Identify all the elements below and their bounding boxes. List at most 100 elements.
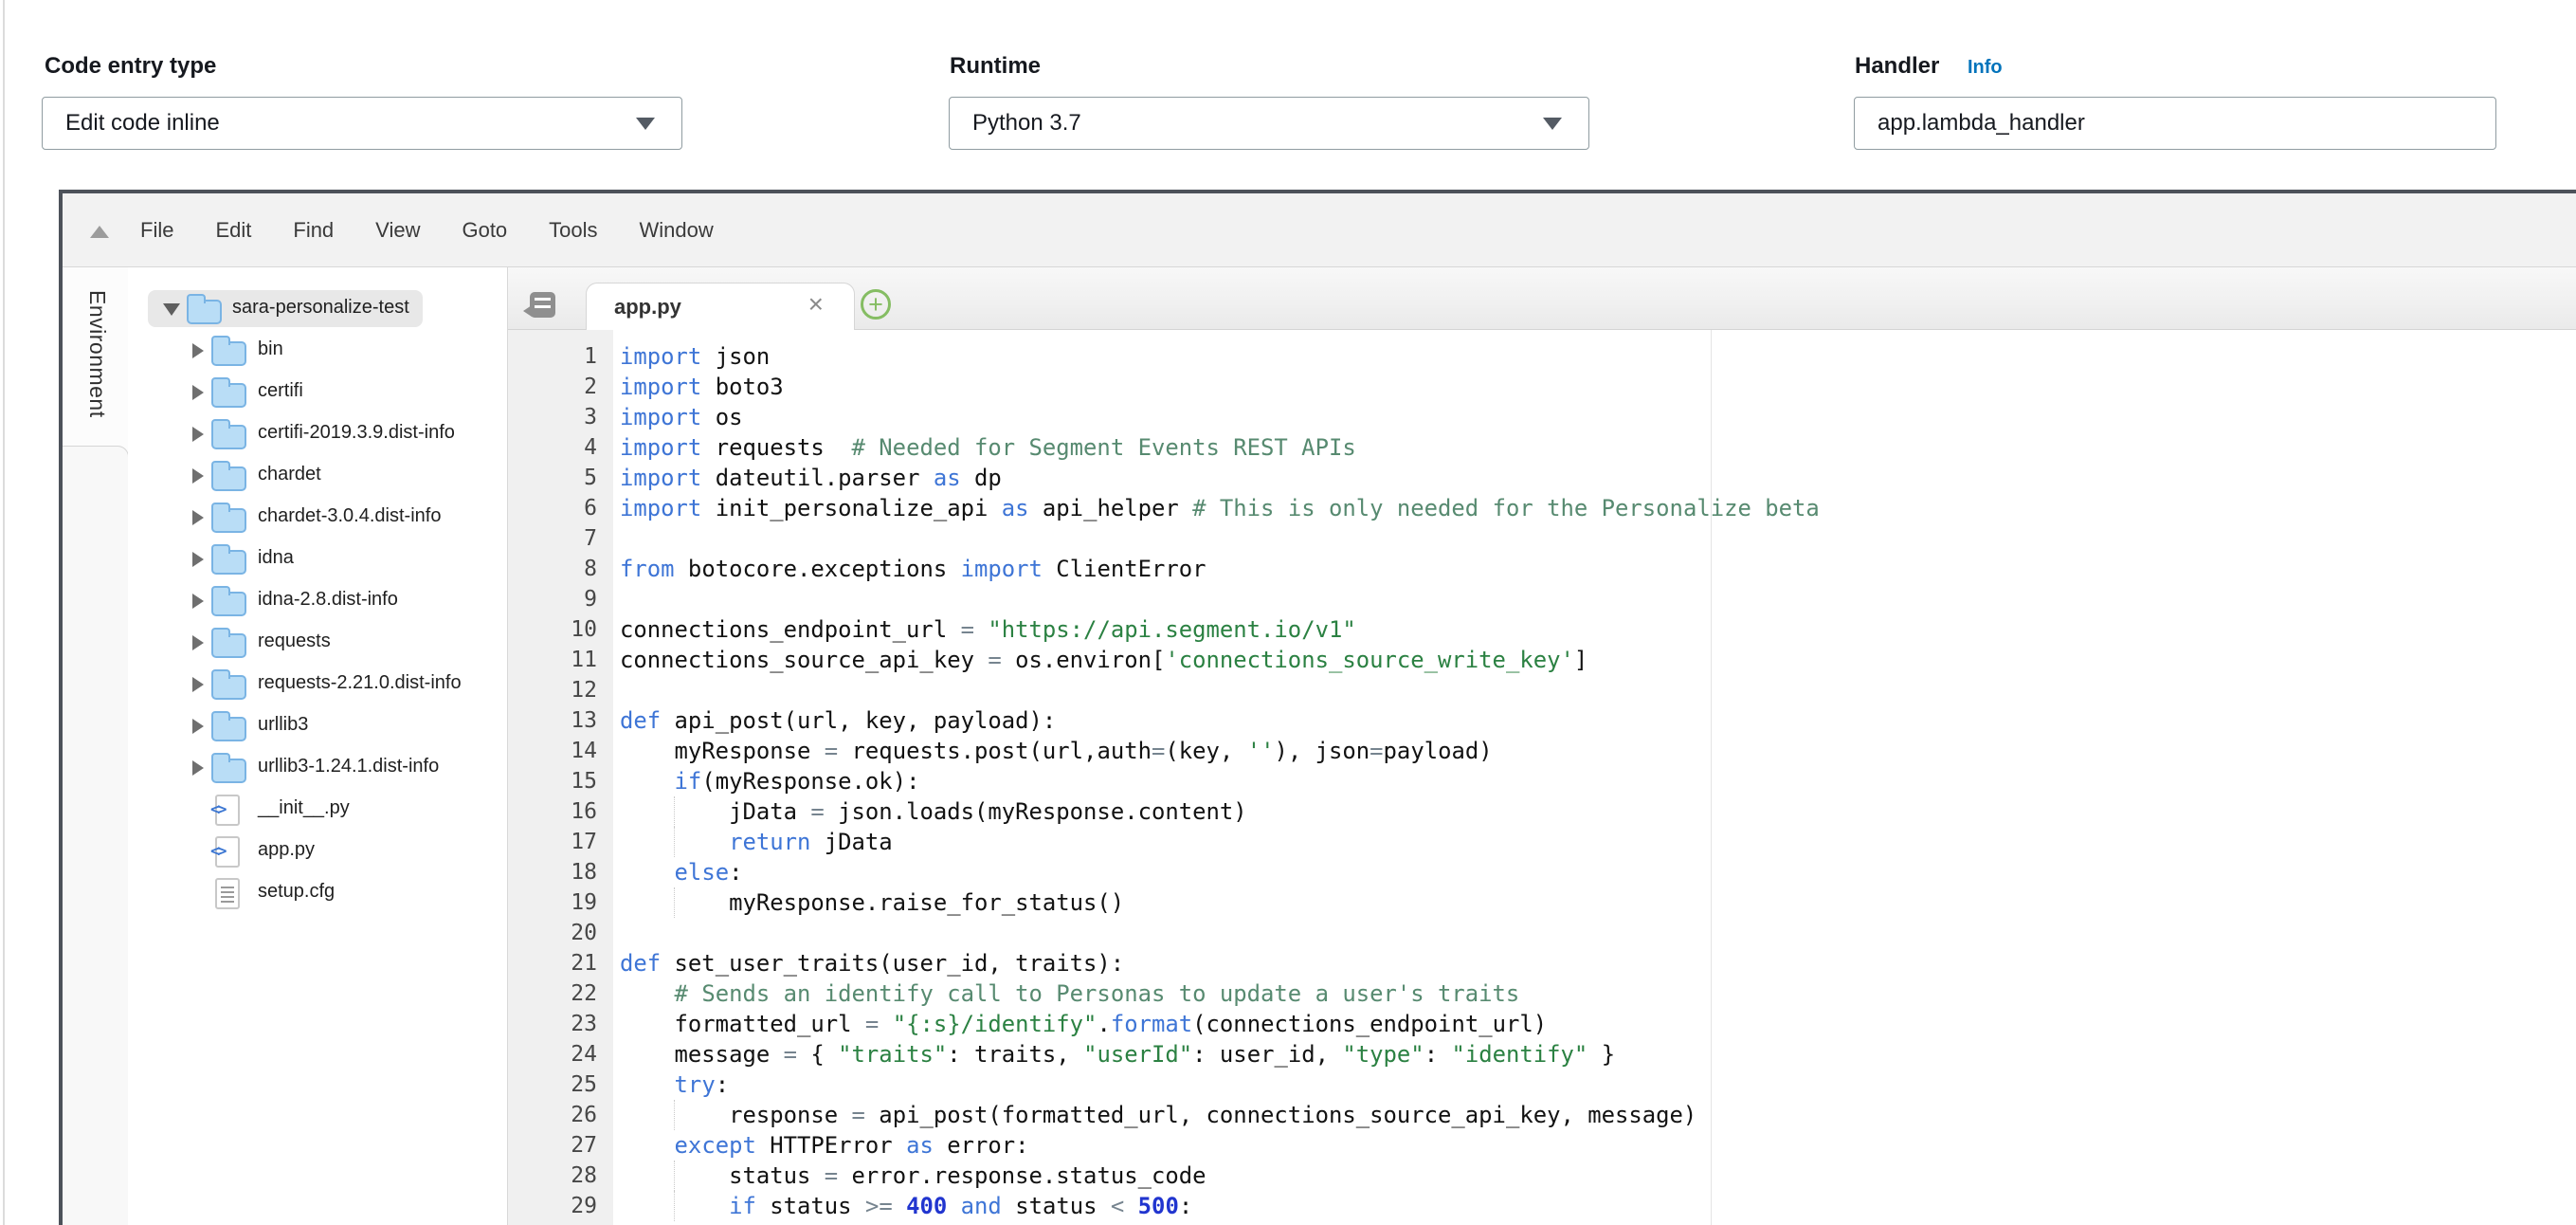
tree-item-label: certifi	[258, 380, 303, 402]
tree-item-label: sara-personalize-test	[232, 297, 409, 319]
tree-item-__init__.py[interactable]: __init__.py	[128, 789, 507, 831]
code-line-6: import init_personalize_api as api_helpe…	[620, 493, 2576, 523]
tree-item-idna-2.8.dist-info[interactable]: idna-2.8.dist-info	[128, 580, 507, 622]
code-line-9	[620, 584, 2576, 614]
tree-item-chardet[interactable]: chardet	[128, 455, 507, 497]
tree-item-certifi[interactable]: certifi	[128, 372, 507, 413]
indent-guide	[674, 1100, 675, 1130]
dropdown-caret-icon	[1543, 118, 1562, 130]
menu-view[interactable]: View	[375, 218, 420, 243]
indent-guide	[674, 887, 675, 918]
folder-icon	[211, 508, 246, 533]
menu-file[interactable]: File	[140, 218, 173, 243]
line-number: 20	[508, 918, 613, 948]
folder-icon	[211, 675, 246, 700]
lambda-function-code-panel: Code entry type Edit code inline Runtime…	[0, 0, 2576, 1225]
caret-right-icon[interactable]	[192, 468, 204, 484]
python-file-icon	[215, 836, 240, 868]
code-line-27: except HTTPError as error:	[620, 1130, 2576, 1161]
line-number: 3	[508, 402, 613, 432]
collapse-editor-icon[interactable]	[90, 226, 109, 238]
caret-right-icon[interactable]	[192, 594, 204, 609]
line-number: 22	[508, 978, 613, 1009]
handler-info-link[interactable]: Info	[1968, 57, 2003, 79]
tree-item-label: urllib3-1.24.1.dist-info	[258, 756, 439, 777]
tree-item-app.py[interactable]: app.py	[128, 831, 507, 872]
line-number: 7	[508, 523, 613, 554]
line-number: 14	[508, 736, 613, 766]
caret-right-icon[interactable]	[192, 760, 204, 776]
tree-item-label: bin	[258, 338, 283, 360]
line-number: 24	[508, 1039, 613, 1070]
folder-icon	[211, 717, 246, 741]
line-number: 2	[508, 372, 613, 402]
caret-right-icon[interactable]	[192, 719, 204, 734]
caret-right-icon[interactable]	[192, 343, 204, 358]
caret-right-icon[interactable]	[192, 635, 204, 650]
tree-item-label: urllib3	[258, 714, 308, 736]
code-line-19: myResponse.raise_for_status()	[620, 887, 2576, 918]
tree-item-requests[interactable]: requests	[128, 622, 507, 664]
tree-item-label: __init__.py	[258, 797, 350, 819]
menu-window[interactable]: Window	[640, 218, 714, 243]
tree-item-urllib3-1.24.1.dist-info[interactable]: urllib3-1.24.1.dist-info	[128, 747, 507, 789]
tree-item-urllib3[interactable]: urllib3	[128, 705, 507, 747]
code-line-13: def api_post(url, key, payload):	[620, 705, 2576, 736]
tree-item-sara-personalize-test[interactable]: sara-personalize-test	[128, 288, 507, 330]
tree-item-certifi-2019.3.9.dist-info[interactable]: certifi-2019.3.9.dist-info	[128, 413, 507, 455]
line-number: 9	[508, 584, 613, 614]
menu-goto[interactable]: Goto	[462, 218, 507, 243]
caret-right-icon[interactable]	[192, 427, 204, 442]
tab-list-icon[interactable]	[530, 292, 555, 318]
caret-right-icon[interactable]	[192, 677, 204, 692]
menu-find[interactable]: Find	[293, 218, 334, 243]
code-line-10: connections_endpoint_url = "https://api.…	[620, 614, 2576, 645]
caret-right-icon[interactable]	[192, 385, 204, 400]
handler-field-box	[1854, 97, 2496, 150]
tree-item-label: idna	[258, 547, 294, 569]
line-number: 28	[508, 1161, 613, 1191]
tab-app-py[interactable]: app.py ×	[586, 283, 855, 331]
line-number: 23	[508, 1009, 613, 1039]
code-line-14: myResponse = requests.post(url,auth=(key…	[620, 736, 2576, 766]
tree-item-bin[interactable]: bin	[128, 330, 507, 372]
tree-item-label: chardet-3.0.4.dist-info	[258, 505, 441, 527]
code-line-26: response = api_post(formatted_url, conne…	[620, 1100, 2576, 1130]
runtime-select[interactable]: Python 3.7	[949, 97, 1589, 150]
code-line-29: if status >= 400 and status < 500:	[620, 1191, 2576, 1221]
line-number: 10	[508, 614, 613, 645]
caret-down-icon[interactable]	[163, 303, 180, 316]
ide-menubar: File Edit Find View Goto Tools Window	[63, 193, 2576, 267]
line-number: 15	[508, 766, 613, 796]
environment-tab[interactable]: Environment	[84, 290, 110, 418]
code-entry-type-label: Code entry type	[45, 53, 216, 80]
line-number: 5	[508, 463, 613, 493]
code-line-4: import requests # Needed for Segment Eve…	[620, 432, 2576, 463]
code-line-8: from botocore.exceptions import ClientEr…	[620, 554, 2576, 584]
caret-right-icon[interactable]	[192, 552, 204, 567]
line-number: 1	[508, 341, 613, 372]
caret-right-icon[interactable]	[192, 510, 204, 525]
environment-panel-edge	[63, 446, 129, 1225]
menu-tools[interactable]: Tools	[549, 218, 597, 243]
tree-item-chardet-3.0.4.dist-info[interactable]: chardet-3.0.4.dist-info	[128, 497, 507, 539]
tree-item-requests-2.21.0.dist-info[interactable]: requests-2.21.0.dist-info	[128, 664, 507, 705]
tab-close-icon[interactable]: ×	[808, 291, 824, 318]
folder-icon	[187, 300, 222, 324]
tree-item-label: idna-2.8.dist-info	[258, 589, 398, 611]
indent-guide	[674, 1161, 675, 1191]
code-line-12	[620, 675, 2576, 705]
menu-edit[interactable]: Edit	[215, 218, 251, 243]
tree-item-setup.cfg[interactable]: setup.cfg	[128, 872, 507, 914]
code-line-3: import os	[620, 402, 2576, 432]
handler-input[interactable]	[1878, 110, 2469, 137]
tree-item-label: requests-2.21.0.dist-info	[258, 672, 462, 694]
tab-label: app.py	[614, 295, 681, 320]
code-entry-type-select[interactable]: Edit code inline	[42, 97, 682, 150]
code-editor[interactable]: import jsonimport boto3import osimport r…	[613, 330, 2576, 1225]
tree-item-label: requests	[258, 631, 331, 652]
tree-item-idna[interactable]: idna	[128, 539, 507, 580]
new-tab-button[interactable]: +	[861, 289, 891, 320]
line-number: 18	[508, 857, 613, 887]
menu-items: File Edit Find View Goto Tools Window	[63, 218, 714, 243]
